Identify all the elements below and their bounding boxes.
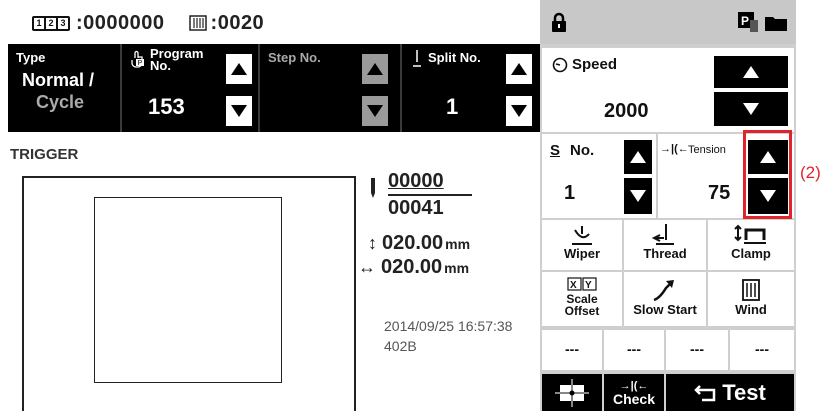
program-up-button[interactable]: [226, 54, 252, 84]
type-line2: Cycle: [36, 92, 85, 112]
type-line1: Normal /: [22, 70, 95, 90]
split-down-button[interactable]: [506, 96, 532, 126]
trigger-label: TRIGGER: [10, 146, 79, 163]
tension-value: 75: [708, 182, 731, 204]
stitch-total: 00041: [388, 197, 444, 219]
s-no-down-button[interactable]: [624, 178, 652, 214]
step-down-button[interactable]: [362, 96, 388, 126]
panel-icon[interactable]: P: [736, 10, 760, 34]
clamp-icon: [734, 224, 766, 244]
step-up-button[interactable]: [362, 54, 388, 84]
slow-start-label: Slow Start: [633, 302, 697, 317]
program-down-button[interactable]: [226, 96, 252, 126]
test-button[interactable]: Test: [666, 374, 794, 411]
split-title: Split No.: [428, 50, 481, 65]
needle-icon: [413, 50, 421, 67]
speed-label: Speed: [572, 56, 618, 73]
type-cell[interactable]: Type Normal / Cycle: [8, 44, 120, 132]
offset-label: Offset: [564, 304, 600, 318]
width-value: 020.00: [381, 256, 443, 278]
lock-icon[interactable]: [551, 12, 567, 32]
test-label: Test: [722, 379, 766, 405]
s-no-up-button[interactable]: [624, 140, 652, 174]
svg-text:Y: Y: [585, 280, 592, 291]
counter-icon: 123: [32, 15, 70, 31]
tension-icon: →|(←: [660, 143, 689, 155]
timestamp: 2014/09/25 16:57:38: [384, 318, 513, 334]
bobbin-icon: [188, 15, 207, 31]
vertical-arrow-icon: ↕: [368, 233, 377, 253]
program-icon: P: [131, 50, 144, 68]
stitch-needle-icon: [371, 178, 375, 198]
return-icon: [694, 384, 716, 401]
svg-text:P: P: [741, 14, 749, 28]
horizontal-arrow-icon: ↔: [358, 257, 376, 277]
counter-value: :0000000: [76, 11, 165, 34]
wind-label: Wind: [735, 302, 767, 317]
width-unit: mm: [444, 260, 470, 276]
wind-button[interactable]: Wind: [708, 272, 794, 326]
s-no-label: No.: [570, 142, 595, 159]
folder-icon[interactable]: [764, 14, 788, 32]
empty-slot-3[interactable]: ---: [666, 330, 728, 370]
speed-up-button[interactable]: [714, 56, 788, 88]
s-no-panel: S No. 1: [542, 134, 656, 218]
origin-move-button[interactable]: [542, 374, 602, 411]
speed-panel: Speed 2000: [542, 48, 794, 132]
thread-trim-icon: [651, 224, 674, 245]
bobbin-value: :0020: [210, 11, 265, 34]
height-unit: mm: [445, 236, 471, 252]
callout-label: (2): [800, 163, 821, 182]
empty-slot-1[interactable]: ---: [542, 330, 602, 370]
split-value: 1: [446, 94, 459, 119]
tension-buttons-highlight: [743, 130, 792, 219]
wiper-button[interactable]: Wiper: [542, 220, 622, 270]
width-row: ↔ 020.00 mm: [358, 256, 469, 279]
clamp-label: Clamp: [731, 246, 771, 261]
wiper-label: Wiper: [564, 246, 600, 261]
counters-bar: 123 :0000000 :0020: [32, 10, 264, 36]
tension-label: Tension: [688, 144, 726, 156]
empty-slot-4[interactable]: ---: [730, 330, 794, 370]
s-no-value: 1: [564, 182, 576, 204]
program-value: 153: [148, 94, 185, 119]
slow-start-button[interactable]: Slow Start: [624, 272, 706, 326]
speed-icon: [552, 57, 568, 73]
stitch-current: 00000: [388, 170, 444, 192]
thread-button[interactable]: Thread: [624, 220, 706, 270]
height-row: ↕ 020.00 mm: [368, 232, 470, 255]
step-title: Step No.: [268, 50, 321, 65]
slow-start-icon: [653, 280, 674, 302]
thread-label: Thread: [643, 246, 687, 261]
svg-text:P: P: [138, 60, 143, 67]
xy-icon: X Y: [567, 277, 597, 291]
height-value: 020.00: [382, 232, 444, 254]
check-button[interactable]: →|(← Check: [604, 374, 664, 411]
wiper-icon: [572, 226, 592, 245]
pattern-shape: [94, 197, 282, 383]
split-cell: Split No. 1: [402, 44, 540, 132]
right-panel-top: P: [540, 0, 796, 44]
speed-down-button[interactable]: [714, 92, 788, 126]
sewing-machine-screen: 123 :0000000 :0020 Type Normal / Cycle P…: [0, 0, 828, 411]
step-cell: Step No.: [260, 44, 400, 132]
crosshair-icon: [555, 378, 589, 407]
bobbin-wind-icon: [742, 279, 760, 301]
machine-code: 402B: [384, 338, 417, 354]
s-icon: S: [550, 142, 561, 159]
clamp-button[interactable]: Clamp: [708, 220, 794, 270]
split-up-button[interactable]: [506, 54, 532, 84]
program-header: Type Normal / Cycle P Program No. 153 St…: [8, 44, 540, 132]
speed-value: 2000: [604, 100, 649, 122]
empty-slot-2[interactable]: ---: [604, 330, 664, 370]
check-label: Check: [612, 390, 656, 407]
type-title: Type: [16, 50, 46, 65]
program-cell: P Program No. 153: [122, 44, 258, 132]
svg-text:X: X: [570, 280, 577, 291]
scale-offset-button[interactable]: X Y Scale Offset: [542, 272, 622, 326]
program-title: Program No.: [150, 46, 204, 73]
